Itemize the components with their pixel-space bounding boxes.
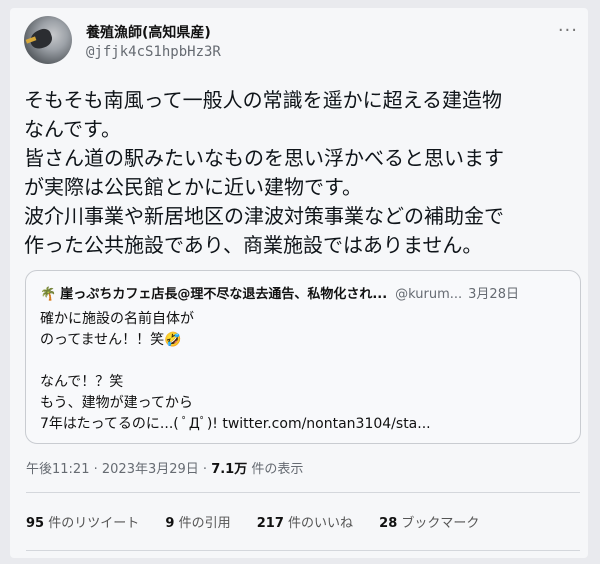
tweet-line: そもそも南風って一般人の常識を遥かに超える建造物	[24, 88, 502, 112]
quoted-author-handle[interactable]: @kurum...	[395, 287, 462, 302]
divider	[26, 550, 580, 551]
retweet-stat[interactable]: 95 件のリツイート	[26, 516, 139, 531]
bookmark-label: ブックマーク	[401, 516, 480, 531]
tweet-date[interactable]: 2023年3月29日	[102, 462, 199, 477]
tweet-stats: 95 件のリツイート 9 件の引用 217 件のいいね 28 ブックマーク	[26, 512, 501, 531]
bookmark-count: 28	[379, 516, 398, 531]
quoted-line: なんで！？笑	[40, 374, 124, 390]
like-stat[interactable]: 217 件のいいね	[257, 516, 353, 531]
quoted-line: のってません！！笑🤣	[40, 332, 182, 348]
retweet-label: 件のリツイート	[48, 516, 140, 531]
view-count: 7.1万	[211, 462, 248, 477]
quote-label: 件の引用	[178, 516, 231, 531]
tweet-line: 波介川事業や新居地区の津波対策事業などの補助金で	[24, 204, 504, 228]
tweet-line: 皆さん道の駅みたいなものを思い浮かべると思います	[24, 146, 504, 170]
tweet-line: なんです。	[24, 117, 121, 141]
view-label: 件の表示	[251, 462, 304, 477]
like-label: 件のいいね	[288, 516, 354, 531]
quoted-author-name[interactable]: 崖っぷちカフェ店長@理不尽な退去通告、私物化され...	[60, 287, 387, 302]
like-count: 217	[256, 516, 284, 531]
author-handle[interactable]: @jfjk4cS1hpbHz3R	[86, 44, 221, 60]
author-name[interactable]: 養殖漁師(高知県産)	[86, 22, 211, 42]
palm-tree-icon: 🌴	[40, 287, 57, 302]
quoted-tweet-header: 🌴 崖っぷちカフェ店長@理不尽な退去通告、私物化され... @kurum... 3月2…	[40, 283, 519, 302]
divider	[26, 492, 580, 493]
bookmark-stat[interactable]: 28 ブックマーク	[379, 516, 479, 531]
quoted-line: 7年はたってるのに...( ﾟДﾟ)! twitter.com/nontan31…	[40, 416, 431, 432]
tweet-line: が実際は公民館とかに近い建物です。	[24, 175, 362, 199]
quoted-tweet[interactable]: 🌴 崖っぷちカフェ店長@理不尽な退去通告、私物化され... @kurum... 3月2…	[25, 270, 581, 444]
quoted-line: 確かに施設の名前自体が	[40, 311, 194, 327]
tweet-time[interactable]: 午後11:21	[26, 462, 89, 477]
quoted-line: もう、建物が建ってから	[40, 395, 193, 411]
avatar[interactable]	[24, 16, 72, 64]
more-horizontal-icon[interactable]: ···	[558, 20, 578, 41]
tweet-text: そもそも南風って一般人の常識を遥かに超える建造物 なんです。 皆さん道の駅みたい…	[24, 86, 574, 260]
quote-count: 9	[165, 516, 175, 531]
quoted-tweet-text: 確かに施設の名前自体が のってません！！笑🤣 なんで！？笑 もう、建物が建ってか…	[40, 309, 431, 435]
quoted-date[interactable]: 3月28日	[468, 287, 519, 302]
quoted-line	[40, 351, 431, 372]
tweet-meta: 午後11:21 · 2023年3月29日 · 7.1万 件の表示	[26, 462, 304, 477]
tweet-line: 作った公共施設であり、商業施設ではありません。	[24, 233, 483, 257]
retweet-count: 95	[26, 516, 45, 531]
quote-stat[interactable]: 9 件の引用	[165, 516, 230, 531]
